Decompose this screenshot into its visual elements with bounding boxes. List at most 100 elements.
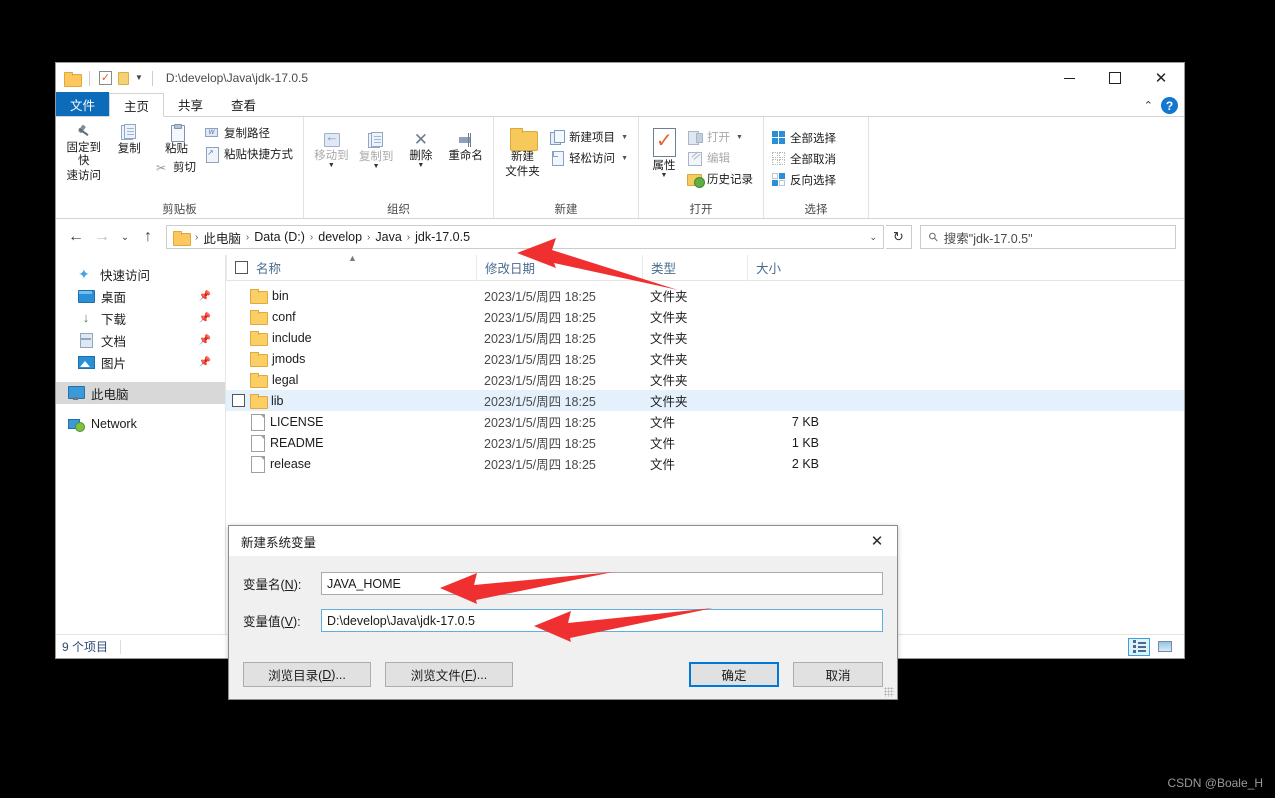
variable-value-input[interactable]: D:\develop\Java\jdk-17.0.5 — [321, 609, 883, 632]
pin-icon[interactable]: 📌 — [199, 357, 211, 368]
breadcrumb-item-this-pc[interactable]: 此电脑 — [200, 228, 244, 247]
sidebar-item-documents[interactable]: 文档 📌 — [56, 329, 225, 351]
customize-caret-icon[interactable]: ▼ — [135, 71, 143, 85]
properties-button[interactable]: 属性 ▼ — [645, 124, 683, 179]
tab-view[interactable]: 查看 — [217, 92, 270, 116]
maximize-button[interactable] — [1092, 63, 1138, 93]
up-button[interactable]: ↑ — [136, 225, 160, 249]
column-header-date[interactable]: 修改日期 — [476, 254, 642, 281]
search-box[interactable]: ⚲ 搜索"jdk-17.0.5" — [920, 225, 1176, 249]
sidebar-item-desktop[interactable]: 桌面 📌 — [56, 285, 225, 307]
sidebar-item-downloads[interactable]: ↓ 下载 📌 — [56, 307, 225, 329]
file-name: legal — [272, 372, 299, 387]
table-row[interactable]: conf 2023/1/5/周四 18:25 文件夹 — [226, 306, 1184, 327]
variable-name-input[interactable]: JAVA_HOME — [321, 572, 883, 595]
pin-icon[interactable]: 📌 — [199, 291, 211, 302]
chevron-down-icon[interactable]: ⌄ — [869, 232, 877, 243]
sidebar-item-network[interactable]: Network — [56, 413, 225, 435]
table-row[interactable]: lib 2023/1/5/周四 18:25 文件夹 — [226, 390, 1184, 411]
column-label: 大小 — [756, 262, 782, 276]
file-date: 2023/1/5/周四 18:25 — [484, 416, 596, 430]
rename-button[interactable]: 重命名 — [444, 128, 487, 163]
browse-directory-button[interactable]: 浏览目录(D)... — [243, 662, 371, 687]
sidebar-item-this-pc[interactable]: 此电脑 — [56, 382, 225, 404]
breadcrumb-item-java[interactable]: Java — [372, 230, 404, 244]
back-button[interactable]: ← — [64, 225, 88, 249]
search-input[interactable]: 搜索"jdk-17.0.5" — [944, 228, 1033, 247]
window-title-path: D:\develop\Java\jdk-17.0.5 — [165, 71, 309, 85]
new-folder-icon[interactable] — [118, 71, 129, 85]
select-all-button[interactable]: 全部选择 — [770, 128, 840, 148]
copy-to-button[interactable]: 复制到 ▼ — [355, 128, 398, 170]
edit-button[interactable]: 编辑 — [685, 148, 757, 168]
cut-button[interactable]: ✂ 剪切 — [153, 158, 200, 178]
table-row[interactable]: README 2023/1/5/周四 18:25 文件 1 KB — [226, 432, 1184, 453]
refresh-button[interactable]: ↻ — [886, 225, 912, 249]
breadcrumb-item-develop[interactable]: develop — [315, 230, 365, 244]
file-date: 2023/1/5/周四 18:25 — [484, 395, 596, 409]
table-row[interactable]: bin 2023/1/5/周四 18:25 文件夹 — [226, 285, 1184, 306]
details-view-button[interactable] — [1128, 637, 1150, 656]
chevron-down-icon[interactable]: ▼ — [621, 155, 628, 162]
ribbon-group-new: 新建 文件夹 新建项目 ▼ 轻松访问 ▼ 新建 — [494, 117, 639, 218]
table-row[interactable]: LICENSE 2023/1/5/周四 18:25 文件 7 KB — [226, 411, 1184, 432]
close-icon[interactable]: ✕ — [857, 526, 897, 556]
minimize-button[interactable] — [1046, 63, 1092, 93]
easy-access-button[interactable]: 轻松访问 ▼ — [547, 148, 632, 168]
breadcrumb-item-jdk[interactable]: jdk-17.0.5 — [412, 230, 473, 244]
file-icon — [251, 455, 265, 473]
chevron-down-icon[interactable]: ▼ — [736, 134, 743, 141]
copy-button[interactable]: 复制 — [108, 120, 152, 156]
file-type: 文件夹 — [650, 290, 688, 304]
breadcrumb-item-data-d[interactable]: Data (D:) — [251, 230, 308, 244]
column-header-size[interactable]: 大小 — [747, 254, 829, 281]
move-to-icon — [323, 130, 341, 148]
new-item-button[interactable]: 新建项目 ▼ — [547, 127, 632, 147]
new-folder-button[interactable]: 新建 文件夹 — [500, 124, 545, 179]
tiles-view-button[interactable] — [1154, 638, 1176, 656]
chevron-down-icon[interactable]: ▼ — [621, 134, 628, 141]
browse-file-button[interactable]: 浏览文件(F)... — [385, 662, 513, 687]
table-row[interactable]: jmods 2023/1/5/周四 18:25 文件夹 — [226, 348, 1184, 369]
row-checkbox[interactable] — [232, 394, 245, 407]
pin-icon[interactable]: 📌 — [199, 335, 211, 346]
invert-selection-button[interactable]: 反向选择 — [770, 170, 840, 190]
pin-to-quick-access-button[interactable]: 固定到快 速访问 — [62, 120, 106, 183]
resize-grip-icon[interactable] — [884, 687, 894, 697]
button-label: 复制路径 — [224, 128, 270, 140]
breadcrumb[interactable]: › 此电脑 › Data (D:) › develop › Java › jdk… — [166, 225, 884, 249]
table-row[interactable]: include 2023/1/5/周四 18:25 文件夹 — [226, 327, 1184, 348]
delete-button[interactable]: ✕ 删除 ▼ — [400, 128, 443, 169]
properties-icon[interactable]: ✓ — [99, 71, 112, 85]
scissors-icon: ✂ — [155, 161, 167, 175]
move-to-button[interactable]: 移动到 ▼ — [310, 128, 353, 169]
paste-button[interactable]: 粘贴 ✂ 剪切 — [153, 120, 200, 178]
recent-locations-button[interactable]: ⌄ — [116, 225, 134, 249]
forward-button[interactable]: → — [90, 225, 114, 249]
sidebar-item-pictures[interactable]: 图片 📌 — [56, 351, 225, 373]
chevron-up-icon[interactable]: ⌃ — [1144, 99, 1153, 112]
select-none-button[interactable]: 全部取消 — [770, 149, 840, 169]
tab-home[interactable]: 主页 — [109, 93, 165, 117]
button-label: 全部取消 — [790, 154, 836, 166]
cancel-button[interactable]: 取消 — [793, 662, 883, 687]
folder-icon[interactable] — [64, 71, 82, 87]
sidebar-item-quick-access[interactable]: ✦ 快速访问 — [56, 263, 225, 285]
close-button[interactable]: ✕ — [1138, 63, 1184, 93]
select-all-checkbox[interactable] — [235, 261, 248, 274]
open-button[interactable]: 打开 ▼ — [685, 127, 757, 147]
table-row[interactable]: release 2023/1/5/周四 18:25 文件 2 KB — [226, 453, 1184, 474]
help-icon[interactable]: ? — [1161, 97, 1178, 114]
file-rows: bin 2023/1/5/周四 18:25 文件夹 conf 2023/1/5/… — [226, 281, 1184, 474]
table-row[interactable]: legal 2023/1/5/周四 18:25 文件夹 — [226, 369, 1184, 390]
properties-icon — [650, 128, 678, 158]
tab-file[interactable]: 文件 — [56, 92, 110, 116]
history-button[interactable]: 历史记录 — [685, 169, 757, 189]
copy-path-button[interactable]: W 复制路径 — [202, 123, 297, 143]
pin-icon[interactable]: 📌 — [199, 313, 211, 324]
paste-shortcut-button[interactable]: 粘贴快捷方式 — [202, 144, 297, 164]
ok-button[interactable]: 确定 — [689, 662, 779, 687]
column-header-type[interactable]: 类型 — [642, 254, 747, 281]
chevron-down-icon: ▼ — [372, 163, 380, 170]
tab-share[interactable]: 共享 — [164, 92, 217, 116]
